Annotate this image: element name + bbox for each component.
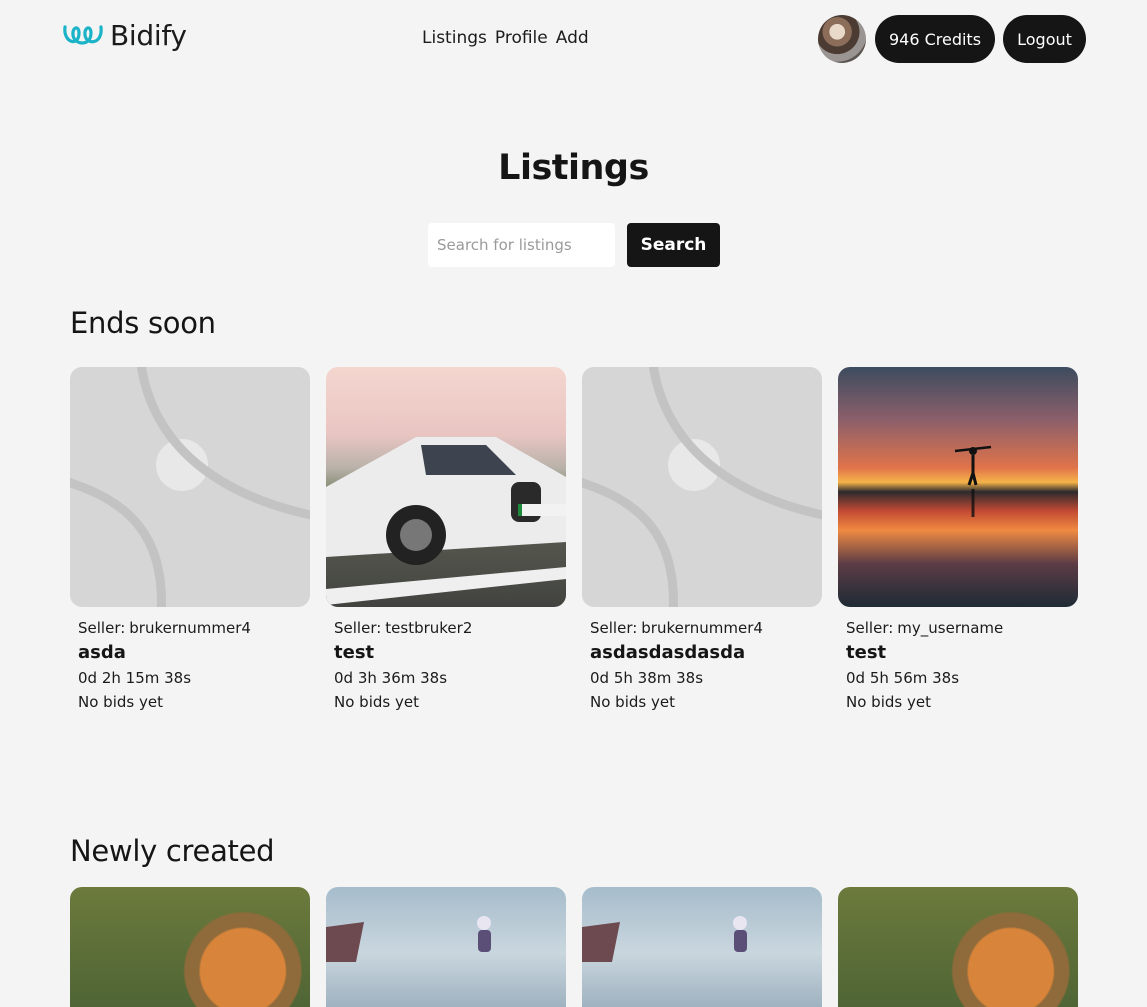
listing-image-robot bbox=[582, 887, 822, 1007]
logout-button[interactable]: Logout bbox=[1003, 15, 1086, 63]
placeholder-pattern-icon bbox=[582, 367, 822, 607]
listing-placeholder-image bbox=[70, 367, 310, 607]
brand-name: Bidify bbox=[110, 19, 187, 52]
listing-bids: No bids yet bbox=[334, 693, 419, 711]
listing-title: asdasdasdasda bbox=[590, 642, 746, 663]
seller-name: brukernummer4 bbox=[641, 619, 763, 637]
listing-countdown: 0d 5h 38m 38s bbox=[590, 669, 704, 687]
seller-label: Seller: bbox=[846, 619, 894, 637]
nav-link-profile[interactable]: Profile bbox=[495, 28, 548, 48]
person-silhouette-icon bbox=[954, 445, 992, 517]
credits-button[interactable]: 946 Credits bbox=[875, 15, 995, 63]
listing-card[interactable]: Seller: my_username test 0d 5h 56m 38s N… bbox=[838, 367, 1078, 711]
page-title: Listings bbox=[498, 148, 649, 188]
car-illustration-icon bbox=[326, 437, 566, 605]
user-avatar[interactable] bbox=[818, 15, 866, 63]
search-button[interactable]: Search bbox=[627, 223, 720, 267]
top-navbar: Bidify Listings Profile Add 946 Credits … bbox=[0, 0, 1147, 78]
brand[interactable]: Bidify bbox=[62, 19, 187, 52]
listing-image-sunset bbox=[838, 367, 1078, 607]
listing-title: test bbox=[334, 642, 375, 663]
nav-link-add[interactable]: Add bbox=[556, 28, 589, 48]
listing-title: test bbox=[846, 642, 887, 663]
bidify-logo-icon bbox=[63, 24, 103, 45]
seller-line: Seller: brukernummer4 bbox=[78, 619, 310, 637]
listing-countdown: 0d 2h 15m 38s bbox=[78, 669, 192, 687]
robot-illustration-icon bbox=[582, 916, 747, 962]
seller-line: Seller: brukernummer4 bbox=[590, 619, 822, 637]
seller-label: Seller: bbox=[334, 619, 382, 637]
seller-line: Seller: my_username bbox=[846, 619, 1078, 637]
listing-countdown: 0d 5h 56m 38s bbox=[846, 669, 960, 687]
seller-line: Seller: testbruker2 bbox=[334, 619, 566, 637]
listing-card[interactable] bbox=[326, 887, 566, 1007]
seller-name: brukernummer4 bbox=[129, 619, 251, 637]
search-input[interactable] bbox=[428, 223, 615, 267]
listing-image-car bbox=[326, 367, 566, 607]
robot-illustration-icon bbox=[326, 916, 491, 962]
listing-card[interactable]: Seller: brukernummer4 asdasdasdasda 0d 5… bbox=[582, 367, 822, 711]
listing-countdown: 0d 3h 36m 38s bbox=[334, 669, 448, 687]
listing-title: asda bbox=[78, 642, 126, 663]
listing-bids: No bids yet bbox=[846, 693, 931, 711]
seller-name: testbruker2 bbox=[385, 619, 473, 637]
listing-placeholder-image bbox=[582, 367, 822, 607]
listing-card[interactable] bbox=[70, 887, 310, 1007]
section-title-ends-soon: Ends soon bbox=[70, 306, 216, 340]
listing-card[interactable]: Seller: brukernummer4 asda 0d 2h 15m 38s… bbox=[70, 367, 310, 711]
section-title-newly-created: Newly created bbox=[70, 834, 275, 868]
listing-bids: No bids yet bbox=[590, 693, 675, 711]
listing-image-tiger bbox=[838, 887, 1078, 1007]
nav-link-listings[interactable]: Listings bbox=[422, 28, 487, 48]
seller-label: Seller: bbox=[590, 619, 638, 637]
listing-card[interactable] bbox=[582, 887, 822, 1007]
main-nav: Listings Profile Add bbox=[422, 28, 589, 48]
listing-image-robot bbox=[326, 887, 566, 1007]
listing-bids: No bids yet bbox=[78, 693, 163, 711]
listing-image-tiger bbox=[70, 887, 310, 1007]
seller-label: Seller: bbox=[78, 619, 126, 637]
listing-card[interactable]: Seller: testbruker2 test 0d 3h 36m 38s N… bbox=[326, 367, 566, 711]
placeholder-pattern-icon bbox=[70, 367, 310, 607]
listing-card[interactable] bbox=[838, 887, 1078, 1007]
seller-name: my_username bbox=[897, 619, 1004, 637]
